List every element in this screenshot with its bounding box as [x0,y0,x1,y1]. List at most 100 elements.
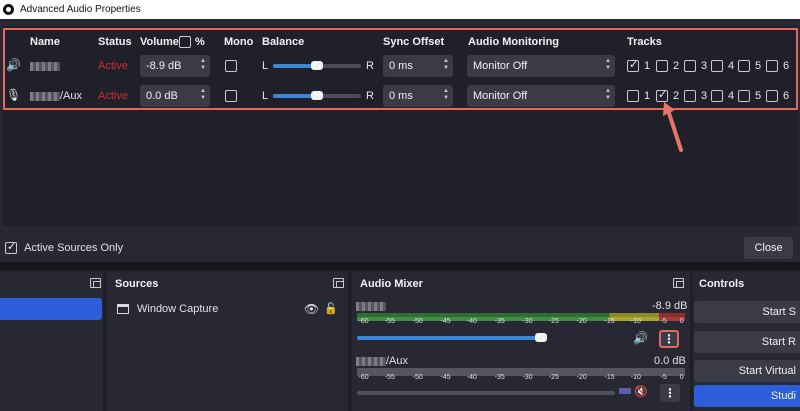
track-label: 2 [673,60,680,72]
tick-label: -20 [576,374,587,381]
tick-label: -5 [660,318,667,325]
track-1-checkbox[interactable] [627,90,639,102]
undock-icon[interactable] [90,278,101,288]
tick-label: -15 [604,374,615,381]
sync-offset-spinbox[interactable]: 0 ms ▲ ▼ [383,55,453,77]
track-label: 1 [644,60,651,72]
volume-handle[interactable] [619,388,631,394]
spin-arrows-icon[interactable]: ▲ ▼ [200,88,206,102]
monitoring-select[interactable]: Monitor Off ▲ ▼ [467,55,615,77]
volume-percent-checkbox[interactable] [179,36,191,48]
track-5-checkbox[interactable] [738,60,750,72]
start-streaming-button[interactable]: Start S [694,301,800,323]
sync-offset-spinbox[interactable]: 0 ms ▲ ▼ [383,85,453,107]
mixer-volume-slider[interactable] [357,333,547,342]
muted-speaker-icon[interactable]: 🔇 [634,385,648,398]
redacted-name [356,301,386,311]
eye-icon[interactable]: 👁 [304,302,319,316]
source-name-mic: /Aux [30,90,82,102]
status-active: Active [98,60,128,72]
header-percent: % [195,36,205,48]
tick-label: 0 [679,318,684,325]
track-4-checkbox[interactable] [711,60,723,72]
balance-left-label: L [262,90,269,102]
speaker-icon: 🔊 [6,58,21,72]
studio-mode-button[interactable]: Studi [694,385,800,407]
track-2-checkbox[interactable] [656,60,668,72]
source-label: Window Capture [137,303,219,315]
dialog-titlebar: Advanced Audio Properties [0,0,800,19]
unlock-icon[interactable]: 🔓 [324,302,338,315]
header-status: Status [98,36,132,48]
selected-scene-item[interactable] [0,298,102,320]
sync-offset-value: 0 ms [389,90,413,102]
tick-label: -20 [576,318,587,325]
close-button[interactable]: Close [744,237,793,259]
mixer-track-1-menu-button[interactable]: ⋮ [659,330,679,348]
active-sources-only-checkbox[interactable] [5,240,17,255]
window-icon [117,304,129,314]
spin-arrows-icon[interactable]: ▲ ▼ [443,88,449,102]
tick-label: -40 [466,374,477,381]
monitoring-select[interactable]: Monitor Off ▲ ▼ [467,85,615,107]
header-volume: Volume [140,36,179,48]
track-6-checkbox[interactable] [766,60,778,72]
window-separator [0,262,800,270]
header-mono: Mono [224,36,254,48]
monitoring-value: Monitor Off [473,60,528,72]
track-4-checkbox[interactable] [711,90,723,102]
spin-arrows-icon[interactable]: ▲ ▼ [200,58,206,72]
tick-label: -25 [548,318,559,325]
track-label: 6 [783,90,790,102]
balance-right-label: R [366,60,374,72]
header-tracks: Tracks [627,36,662,48]
spin-arrows-icon[interactable]: ▲ ▼ [443,58,449,72]
mono-checkbox[interactable] [225,60,237,72]
track-label: 6 [783,60,790,72]
balance-slider[interactable] [273,91,361,100]
source-item-window-capture[interactable]: Window Capture [117,303,218,315]
select-arrows-icon[interactable]: ▲ ▼ [605,88,611,102]
monitoring-value: Monitor Off [473,90,528,102]
header-balance: Balance [262,36,305,48]
mono-checkbox[interactable] [225,90,237,102]
balance-left-label: L [262,60,269,72]
tick-label: -35 [494,374,505,381]
tick-label: -35 [494,318,505,325]
track-6-checkbox[interactable] [766,90,778,102]
tick-label: -30 [522,318,533,325]
undock-icon[interactable] [333,278,344,288]
track-5-checkbox[interactable] [738,90,750,102]
volume-spinbox[interactable]: 0.0 dB ▲ ▼ [140,85,210,107]
tick-label: -45 [440,374,451,381]
mixer-volume-slider-muted[interactable] [357,391,615,395]
balance-slider[interactable] [273,61,361,70]
volume-spinbox[interactable]: -8.9 dB ▲ ▼ [140,55,210,77]
status-active: Active [98,90,128,102]
start-recording-button[interactable]: Start R [694,331,800,353]
track-1-checkbox[interactable] [627,58,639,72]
mixer-track-2-db: 0.0 dB [654,355,686,367]
active-sources-only-option[interactable]: Active Sources Only [5,240,124,255]
mixer-track-2-name: /Aux [356,355,408,367]
active-sources-only-label: Active Sources Only [24,242,124,255]
mixer-track-2-menu-button[interactable]: ⋮ [660,384,680,402]
audio-mixer-title: Audio Mixer [360,278,423,290]
track-3-checkbox[interactable] [684,60,696,72]
undock-icon[interactable] [673,278,684,288]
balance-handle[interactable] [311,61,323,70]
volume-handle[interactable] [535,333,547,342]
speaker-icon[interactable]: 🔊 [633,331,648,345]
redacted-name [356,356,386,366]
start-virtual-camera-button[interactable]: Start Virtual [694,360,800,382]
header-name: Name [30,36,60,48]
balance-handle[interactable] [311,91,323,100]
tick-label: -40 [466,318,477,325]
select-arrows-icon[interactable]: ▲ ▼ [605,58,611,72]
sync-offset-value: 0 ms [389,60,413,72]
tick-label: -10 [630,374,641,381]
header-audio-monitoring: Audio Monitoring [468,36,560,48]
track-label: 1 [644,90,651,102]
redacted-name [30,91,60,101]
tick-label: -60 [358,374,369,381]
